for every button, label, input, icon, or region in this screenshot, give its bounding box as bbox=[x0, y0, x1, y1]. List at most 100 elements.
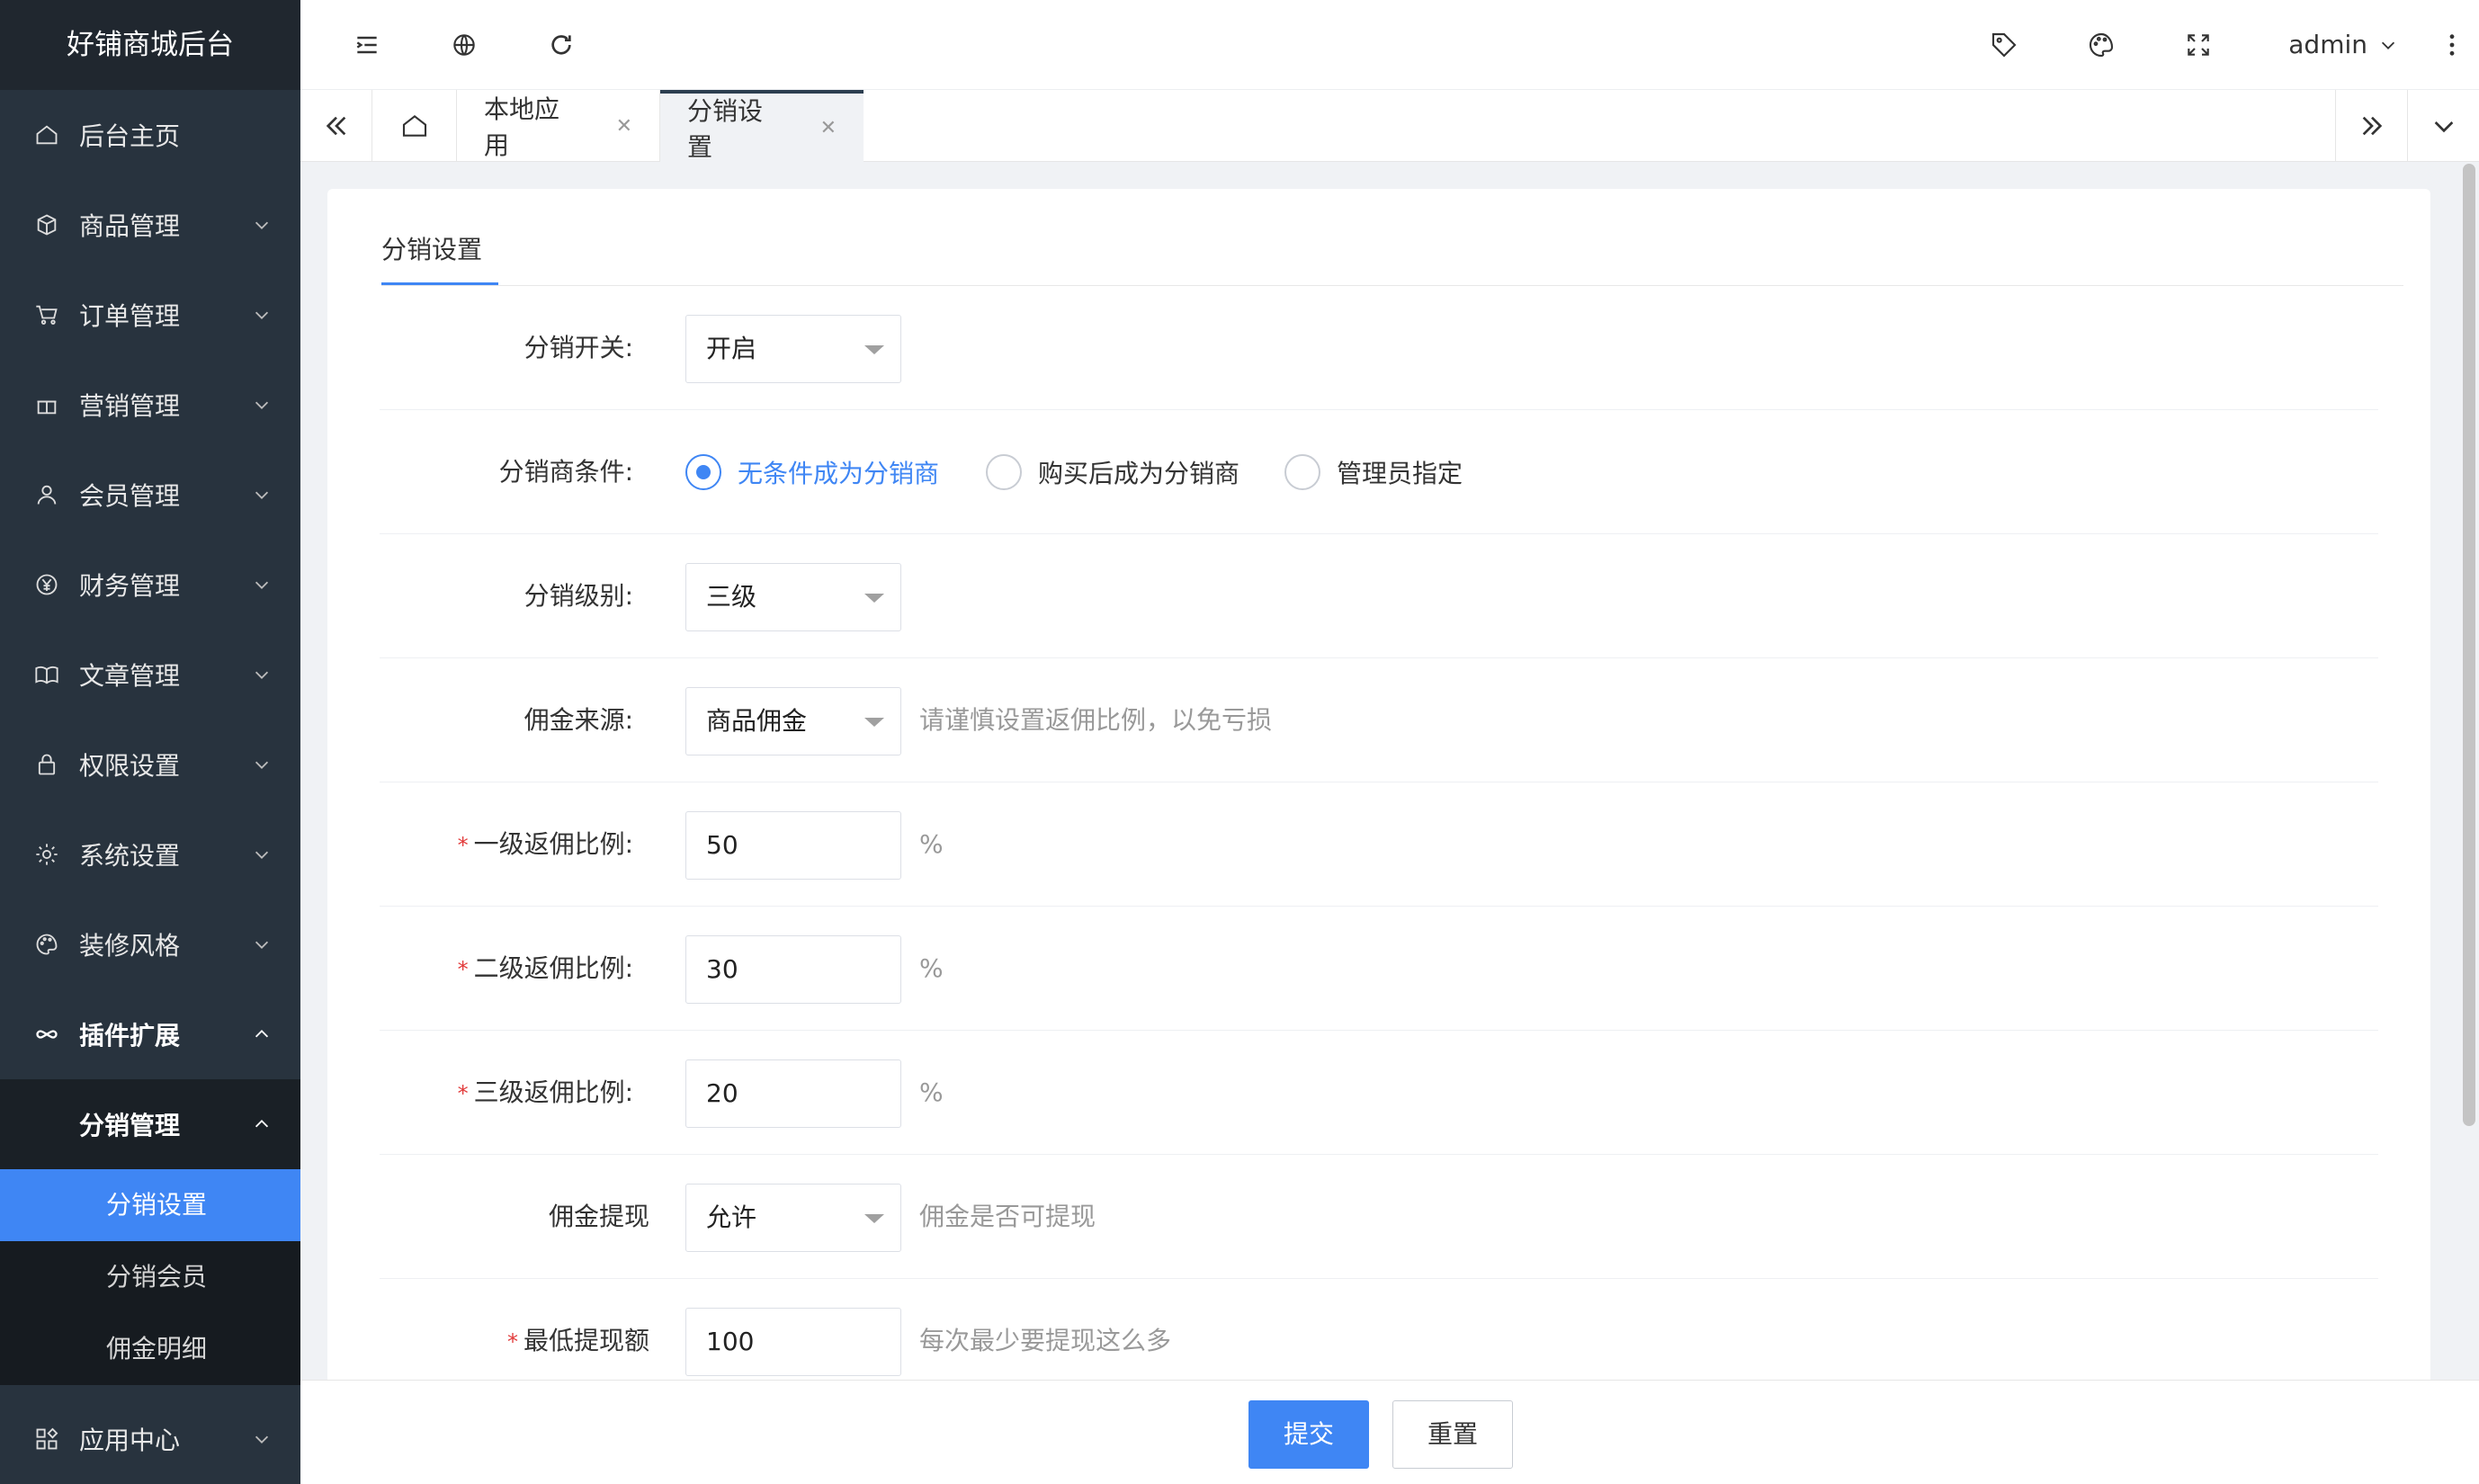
sidebar-item-orders[interactable]: 订单管理 bbox=[0, 270, 300, 360]
rate2-input[interactable]: 30 bbox=[685, 935, 901, 1004]
select-value: 允许 bbox=[706, 1202, 757, 1232]
sidebar-leaf-distribution-settings[interactable]: 分销设置 bbox=[0, 1169, 300, 1241]
distribution-level-select[interactable]: 三级 bbox=[685, 563, 901, 631]
sidebar-item-label: 装修风格 bbox=[79, 931, 181, 961]
sidebar-item-label: 插件扩展 bbox=[79, 1021, 181, 1050]
sidebar-item-marketing[interactable]: 营销管理 bbox=[0, 360, 300, 450]
gift-icon bbox=[34, 392, 59, 417]
sidebar-item-members[interactable]: 会员管理 bbox=[0, 450, 300, 540]
tab-distribution-settings[interactable]: 分销设置 ✕ bbox=[660, 90, 864, 162]
field-label-wrap: * 一级返佣比例: bbox=[458, 782, 633, 907]
rate1-input[interactable]: 50 bbox=[685, 811, 901, 880]
sidebar-item-articles[interactable]: 文章管理 bbox=[0, 630, 300, 720]
required-mark: * bbox=[457, 833, 469, 858]
radio-circle[interactable] bbox=[1284, 454, 1320, 490]
radio-label: 管理员指定 bbox=[1337, 459, 1463, 488]
book-icon bbox=[34, 662, 59, 687]
sidebar-item-label: 权限设置 bbox=[79, 751, 181, 781]
sidebar-item-label: 会员管理 bbox=[79, 481, 181, 511]
tabs-dropdown-icon[interactable] bbox=[2407, 90, 2479, 162]
sidebar-item-finance[interactable]: 财务管理 bbox=[0, 540, 300, 630]
chevron-down-icon bbox=[255, 1435, 269, 1444]
select-value: 开启 bbox=[706, 334, 757, 363]
required-mark: * bbox=[506, 1329, 518, 1354]
withdraw-select[interactable]: 允许 bbox=[685, 1184, 901, 1252]
sidebar-item-label: 财务管理 bbox=[79, 571, 181, 601]
field-label: 分销级别: bbox=[524, 581, 633, 611]
user-name: admin bbox=[2288, 30, 2367, 59]
min-withdraw-input[interactable]: 100 bbox=[685, 1308, 901, 1376]
chevron-down-icon bbox=[255, 311, 269, 319]
submenu-title-label: 分销管理 bbox=[79, 1111, 181, 1140]
form-footer: 提交 重置 bbox=[300, 1380, 2479, 1484]
chevron-down-icon bbox=[2381, 41, 2395, 49]
sidebar-item-products[interactable]: 商品管理 bbox=[0, 180, 300, 270]
home-tab-icon[interactable] bbox=[372, 90, 457, 162]
rate3-input[interactable]: 20 bbox=[685, 1059, 901, 1128]
sidebar-item-theme[interactable]: 装修风格 bbox=[0, 899, 300, 989]
submit-button[interactable]: 提交 bbox=[1248, 1400, 1369, 1469]
home-icon bbox=[34, 122, 59, 148]
form-row-source: 佣金来源: 商品佣金 请谨慎设置返佣比例，以免亏损 bbox=[380, 658, 2378, 782]
sidebar-item-label: 应用中心 bbox=[79, 1426, 181, 1455]
field-label: 一级返佣比例: bbox=[473, 829, 633, 859]
sidebar-leaf-distribution-members[interactable]: 分销会员 bbox=[0, 1241, 300, 1313]
content-card: 分销设置 分销开关: 开启 分销商条件: 无条件成为分销商 购买后成为分销商 管… bbox=[327, 189, 2430, 1484]
radio-label: 购买后成为分销商 bbox=[1038, 459, 1240, 488]
sidebar-leaf-commission-details[interactable]: 佣金明细 bbox=[0, 1313, 300, 1385]
sidebar-item-label: 文章管理 bbox=[79, 661, 181, 691]
form-row-rate2: * 二级返佣比例: 30 % bbox=[380, 907, 2378, 1031]
chevron-down-icon bbox=[255, 491, 269, 499]
distribution-switch-select[interactable]: 开启 bbox=[685, 315, 901, 383]
commission-source-select[interactable]: 商品佣金 bbox=[685, 687, 901, 755]
field-label: 佣金来源: bbox=[524, 705, 633, 735]
tab-label: 本地应用 bbox=[484, 94, 560, 160]
field-label: 分销开关: bbox=[524, 333, 633, 362]
radio-admin-assigned[interactable]: 管理员指定 bbox=[1284, 452, 1463, 492]
sidebar-item-permissions[interactable]: 权限设置 bbox=[0, 720, 300, 809]
sidebar-item-app-center[interactable]: 应用中心 bbox=[0, 1394, 300, 1484]
more-vertical-icon[interactable] bbox=[2434, 27, 2470, 63]
required-mark: * bbox=[457, 1081, 469, 1106]
user-icon bbox=[34, 482, 59, 507]
app-logo-title: 好铺商城后台 bbox=[0, 0, 300, 90]
radio-after-purchase[interactable]: 购买后成为分销商 bbox=[986, 452, 1240, 492]
chevron-down-icon bbox=[255, 401, 269, 409]
chevron-down-icon bbox=[255, 581, 269, 589]
unit-label: % bbox=[919, 829, 944, 859]
radio-circle[interactable] bbox=[685, 454, 721, 490]
form-row-condition: 分销商条件: 无条件成为分销商 购买后成为分销商 管理员指定 bbox=[380, 410, 2378, 534]
tab-local-apps[interactable]: 本地应用 ✕ bbox=[457, 90, 660, 162]
close-icon[interactable]: ✕ bbox=[616, 115, 632, 138]
sidebar-item-label: 营销管理 bbox=[79, 391, 181, 421]
unit-label: % bbox=[919, 1077, 944, 1107]
chevron-down-icon bbox=[255, 941, 269, 949]
user-menu[interactable]: admin bbox=[2288, 27, 2398, 63]
fullscreen-icon[interactable] bbox=[2180, 27, 2216, 63]
radio-unconditional[interactable]: 无条件成为分销商 bbox=[685, 452, 939, 492]
page-scrollbar[interactable] bbox=[2463, 164, 2475, 1126]
submenu-distribution-title[interactable]: 分销管理 bbox=[0, 1079, 300, 1169]
globe-icon[interactable] bbox=[446, 27, 482, 63]
palette-icon bbox=[34, 932, 59, 957]
form-row-switch: 分销开关: 开启 bbox=[380, 286, 2378, 410]
field-label-wrap: * 二级返佣比例: bbox=[458, 907, 633, 1031]
chevron-down-icon bbox=[255, 761, 269, 769]
field-hint: 佣金是否可提现 bbox=[919, 1202, 1096, 1231]
palette-icon[interactable] bbox=[2083, 27, 2119, 63]
tabs-scroll-left-icon[interactable] bbox=[300, 90, 372, 162]
sidebar-item-plugins[interactable]: 插件扩展 bbox=[0, 989, 300, 1079]
menu-fold-icon[interactable] bbox=[349, 27, 385, 63]
field-label: 三级返佣比例: bbox=[473, 1077, 633, 1107]
sidebar-item-system[interactable]: 系统设置 bbox=[0, 809, 300, 899]
content-tab-distribution-settings[interactable]: 分销设置 bbox=[381, 230, 482, 266]
field-label: 佣金提现 bbox=[548, 1202, 649, 1231]
reset-button[interactable]: 重置 bbox=[1392, 1400, 1513, 1469]
sidebar-item-home[interactable]: 后台主页 bbox=[0, 90, 300, 180]
radio-circle[interactable] bbox=[986, 454, 1022, 490]
close-icon[interactable]: ✕ bbox=[820, 117, 837, 139]
chevron-up-icon bbox=[255, 1120, 269, 1128]
tabs-scroll-right-icon[interactable] bbox=[2335, 90, 2407, 162]
refresh-icon[interactable] bbox=[543, 27, 579, 63]
tag-icon[interactable] bbox=[1986, 27, 2022, 63]
